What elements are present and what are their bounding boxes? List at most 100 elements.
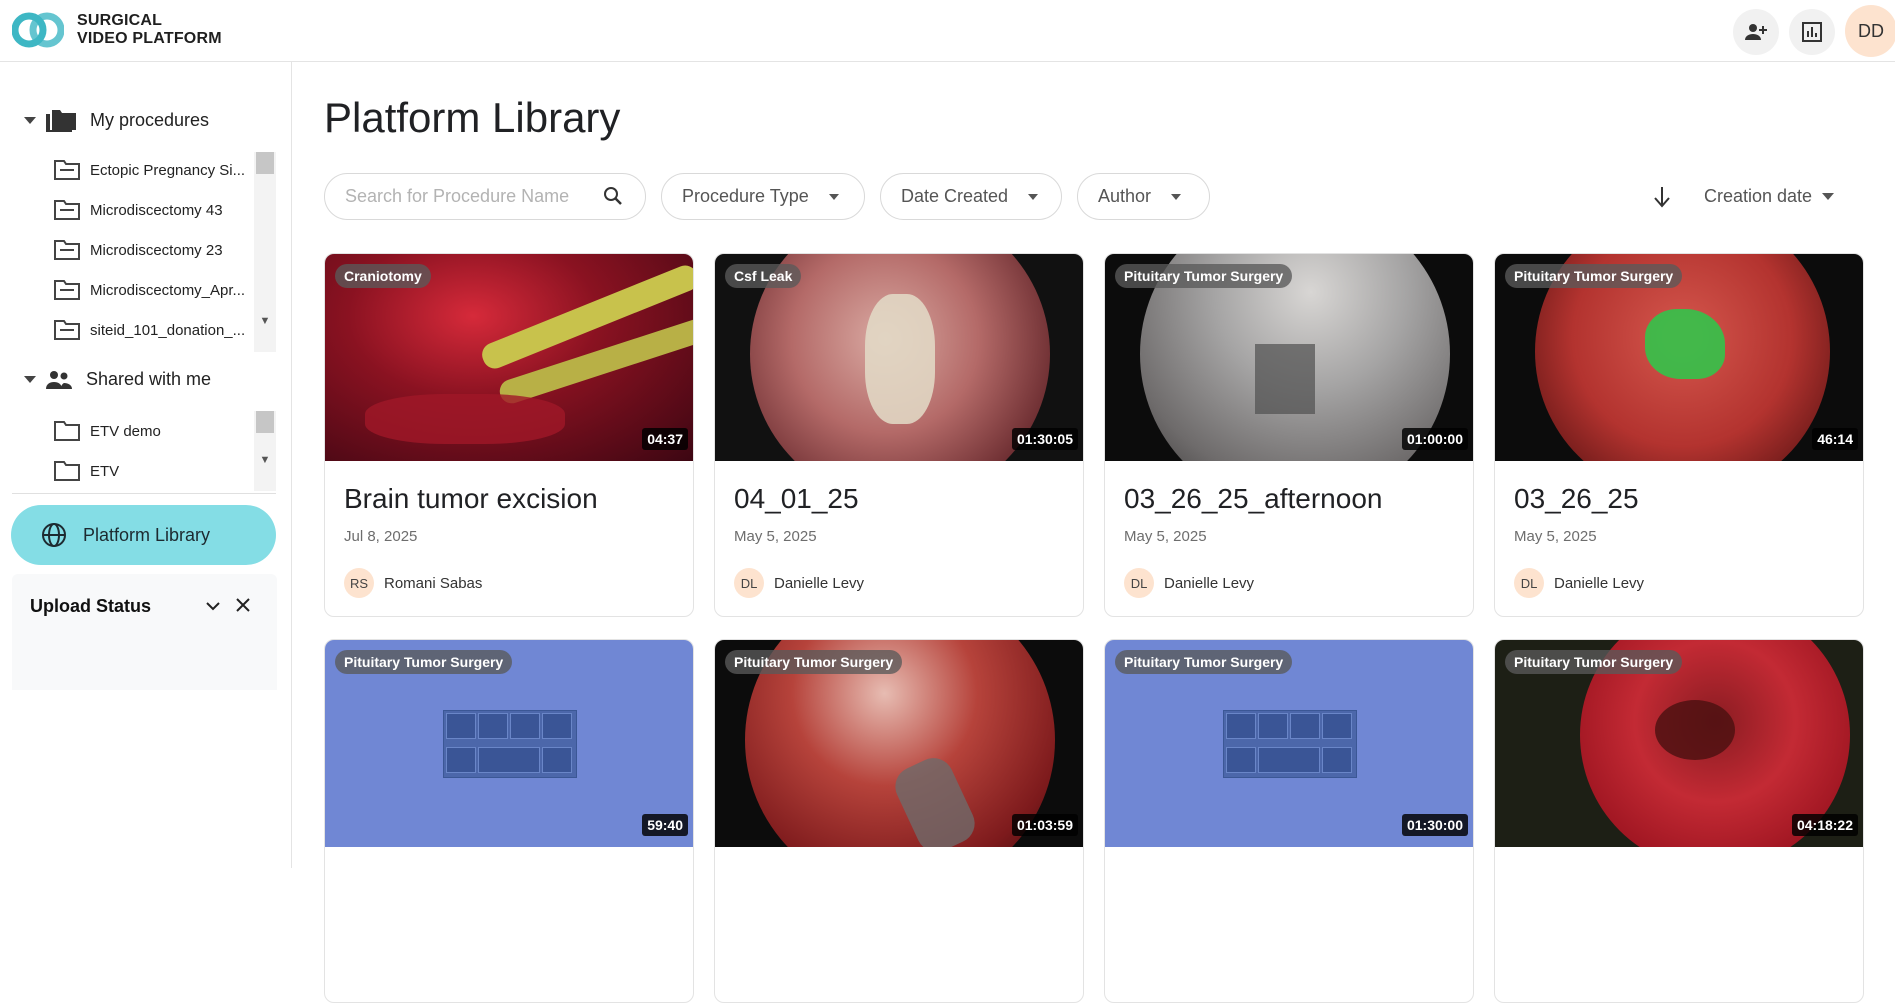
procedure-name: Microdiscectomy 23 [90, 241, 223, 259]
search-box[interactable] [324, 173, 646, 220]
author-avatar: DL [734, 568, 764, 598]
date-created-filter[interactable]: Date Created [880, 173, 1062, 220]
sidebar-divider [12, 493, 276, 494]
video-duration: 01:30:05 [1011, 428, 1078, 450]
sidebar-item-procedure[interactable]: Microdiscectomy_Apr... [54, 270, 254, 310]
sidebar-item-procedure[interactable]: Microdiscectomy 23 [54, 230, 254, 270]
video-title[interactable]: 03_26_25_afternoon [1124, 483, 1382, 515]
procedure-type-badge: Csf Leak [725, 264, 802, 288]
filter-label: Date Created [901, 186, 1009, 206]
author-name: Danielle Levy [774, 574, 865, 592]
my-procedures-label: My procedures [90, 109, 210, 130]
my-procedures-header[interactable]: My procedures [24, 108, 209, 132]
platform-library-label: Platform Library [83, 524, 211, 545]
sort-by-dropdown[interactable]: Creation date [1704, 186, 1835, 207]
logo-icon[interactable] [12, 10, 64, 50]
video-thumbnail[interactable]: Pituitary Tumor Surgery 01:03:59 [715, 640, 1083, 847]
globe-icon [42, 523, 66, 547]
folder-icon [54, 160, 80, 180]
search-icon[interactable] [603, 186, 623, 206]
video-card[interactable]: Pituitary Tumor Surgery 04:18:22 [1494, 639, 1864, 1003]
scroll-down-icon[interactable]: ▼ [254, 451, 276, 469]
sidebar-item-procedure[interactable]: Ectopic Pregnancy Si... [54, 150, 254, 190]
author-filter[interactable]: Author [1077, 173, 1210, 220]
video-thumbnail[interactable]: Pituitary Tumor Surgery 46:14 [1495, 254, 1863, 461]
user-avatar[interactable]: DD [1845, 5, 1895, 57]
video-card[interactable]: Pituitary Tumor Surgery 01:30:00 [1104, 639, 1474, 1003]
author-avatar: DL [1124, 568, 1154, 598]
folder-icon [54, 280, 80, 300]
report-icon [1802, 22, 1822, 42]
video-date: May 5, 2025 [1514, 528, 1597, 545]
video-title[interactable]: 03_26_25 [1514, 483, 1639, 515]
video-author: DL Danielle Levy [1124, 568, 1254, 598]
shared-name: ETV demo [90, 422, 161, 440]
scroll-thumb[interactable] [256, 152, 274, 174]
folder-icon [54, 421, 80, 441]
procedure-type-badge: Pituitary Tumor Surgery [335, 650, 513, 674]
video-card[interactable]: Craniotomy 04:37 Brain tumor excision Ju… [324, 253, 694, 617]
folder-icon [54, 200, 80, 220]
video-card[interactable]: Pituitary Tumor Surgery 01:03:59 [714, 639, 1084, 1003]
shared-with-me-header[interactable]: Shared with me [24, 369, 211, 390]
caret-down-icon[interactable] [24, 116, 36, 124]
author-avatar: DL [1514, 568, 1544, 598]
video-thumbnail[interactable]: Pituitary Tumor Surgery 01:30:00 [1105, 640, 1473, 847]
video-duration: 01:00:00 [1401, 428, 1468, 450]
chevron-down-icon[interactable] [205, 600, 221, 612]
video-date: Jul 8, 2025 [344, 528, 418, 545]
platform-library-button[interactable]: Platform Library [11, 505, 276, 565]
video-thumbnail[interactable]: Csf Leak 01:30:05 [715, 254, 1083, 461]
video-card[interactable]: Pituitary Tumor Surgery 46:14 03_26_25 M… [1494, 253, 1864, 617]
procedure-name: siteid_101_donation_... [90, 321, 246, 339]
shared-name: ETV [90, 462, 120, 480]
add-user-icon [1745, 24, 1767, 40]
folder-stack-icon [46, 110, 76, 132]
upload-status-body [12, 690, 277, 866]
video-card[interactable]: Pituitary Tumor Surgery 01:00:00 03_26_2… [1104, 253, 1474, 617]
upload-status-panel: Upload Status [12, 574, 277, 866]
video-author: DL Danielle Levy [1514, 568, 1644, 598]
author-name: Romani Sabas [384, 574, 483, 592]
my-procedures-scrollbar[interactable]: ▲ ▼ [254, 152, 276, 352]
procedure-name: Ectopic Pregnancy Si... [90, 161, 246, 179]
main-content: Platform Library Procedure Type Date Cre… [292, 62, 1895, 1003]
dropdown-arrow-icon [1822, 193, 1835, 200]
filter-label: Author [1098, 186, 1152, 206]
invite-user-button[interactable] [1733, 9, 1779, 55]
video-duration: 01:30:00 [1401, 814, 1468, 836]
video-title[interactable]: 04_01_25 [734, 483, 859, 515]
sidebar-item-shared[interactable]: ETV demo [54, 411, 254, 451]
shared-scrollbar[interactable]: ▲ ▼ [254, 411, 276, 491]
video-thumbnail[interactable]: Pituitary Tumor Surgery 04:18:22 [1495, 640, 1863, 847]
sort-direction-icon[interactable] [1652, 186, 1672, 208]
close-icon[interactable] [234, 596, 252, 614]
video-thumbnail[interactable]: Pituitary Tumor Surgery 59:40 [325, 640, 693, 847]
procedure-type-filter[interactable]: Procedure Type [661, 173, 865, 220]
video-thumbnail[interactable]: Pituitary Tumor Surgery 01:00:00 [1105, 254, 1473, 461]
sidebar-item-procedure[interactable]: siteid_101_donation_... [54, 310, 254, 350]
top-header: SURGICAL VIDEO PLATFORM DD [0, 0, 1895, 62]
caret-down-icon[interactable] [24, 376, 36, 383]
dropdown-arrow-icon [1171, 193, 1182, 200]
brand-name: SURGICAL VIDEO PLATFORM [77, 12, 222, 48]
video-card[interactable]: Csf Leak 01:30:05 04_01_25 May 5, 2025 D… [714, 253, 1084, 617]
sidebar-item-shared[interactable]: ETV [54, 451, 254, 491]
upload-status-title: Upload Status [30, 596, 152, 616]
reports-button[interactable] [1789, 9, 1835, 55]
video-card[interactable]: Pituitary Tumor Surgery 59:40 [324, 639, 694, 1003]
procedure-type-badge: Pituitary Tumor Surgery [1115, 650, 1293, 674]
search-input[interactable] [345, 186, 595, 207]
brand-line-2: VIDEO PLATFORM [77, 30, 222, 47]
scroll-thumb[interactable] [256, 411, 274, 433]
video-date: May 5, 2025 [734, 528, 817, 545]
video-thumbnail[interactable]: Craniotomy 04:37 [325, 254, 693, 461]
procedure-type-badge: Craniotomy [335, 264, 431, 288]
people-icon [46, 370, 72, 389]
procedure-name: Microdiscectomy_Apr... [90, 281, 246, 299]
page-title: Platform Library [324, 94, 621, 141]
scroll-down-icon[interactable]: ▼ [254, 312, 276, 330]
author-name: Danielle Levy [1554, 574, 1645, 592]
sidebar-item-procedure[interactable]: Microdiscectomy 43 [54, 190, 254, 230]
video-title[interactable]: Brain tumor excision [344, 483, 598, 515]
